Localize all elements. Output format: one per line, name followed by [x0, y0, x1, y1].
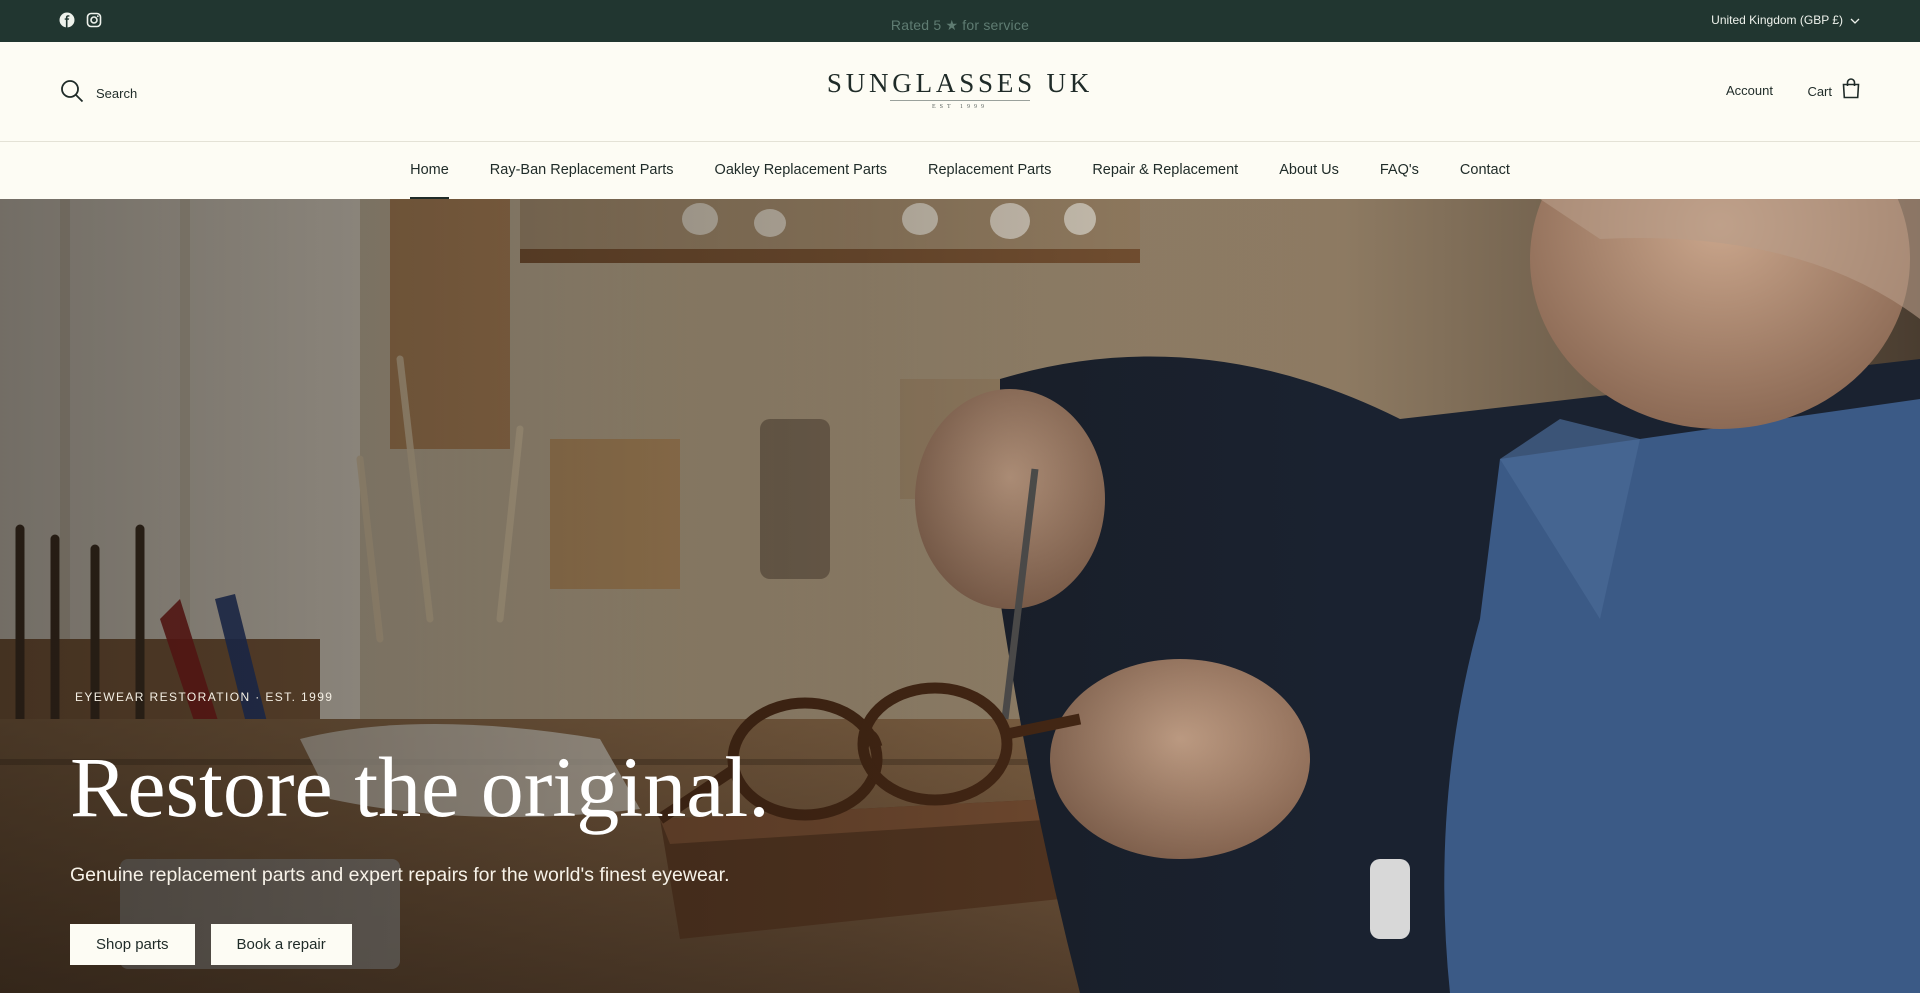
locale-selector[interactable]: United Kingdom (GBP £): [1711, 13, 1860, 27]
nav-item-replacement-parts[interactable]: Replacement Parts: [908, 142, 1072, 199]
chevron-down-icon: [1850, 13, 1860, 27]
announcement-text: Rated 5 ★ for service: [890, 17, 1030, 33]
nav-item-about-us[interactable]: About Us: [1259, 142, 1360, 199]
site-logo[interactable]: SUNGLASSES UK EST 1999: [0, 69, 1920, 110]
logo-wordmark: SUNGLASSES UK: [826, 68, 1094, 98]
announcement-bar: Rated 5 ★ for service United Kingdom (GB…: [0, 0, 1920, 42]
main-navigation: Home Ray-Ban Replacement Parts Oakley Re…: [0, 142, 1920, 199]
hero-subtitle: Genuine replacement parts and expert rep…: [70, 864, 730, 886]
nav-item-home[interactable]: Home: [390, 142, 470, 199]
account-link[interactable]: Account: [1726, 83, 1773, 98]
nav-item-contact[interactable]: Contact: [1439, 142, 1530, 199]
book-a-repair-button[interactable]: Book a repair: [210, 924, 352, 965]
cart-label: Cart: [1807, 83, 1832, 99]
nav-item-oakley-replacement-parts[interactable]: Oakley Replacement Parts: [694, 142, 907, 199]
hero-eyebrow: EYEWEAR RESTORATION · EST. 1999: [75, 690, 334, 704]
shopping-bag-icon: [1842, 78, 1860, 104]
nav-item-repair-and-replacement[interactable]: Repair & Replacement: [1072, 142, 1259, 199]
logo-est: EST 1999: [931, 104, 989, 110]
hero-banner: EYEWEAR RESTORATION · EST. 1999 Restore …: [0, 199, 1920, 993]
locale-label: United Kingdom (GBP £): [1711, 13, 1843, 27]
shop-parts-button[interactable]: Shop parts: [70, 924, 195, 965]
site-header: Search SUNGLASSES UK EST 1999 Account Ca…: [0, 42, 1920, 142]
hero-cta-group: Shop parts Book a repair: [70, 924, 352, 965]
cart-button[interactable]: Cart: [1807, 78, 1860, 104]
hero-title: Restore the original.: [70, 739, 770, 835]
nav-item-faqs[interactable]: FAQ's: [1359, 142, 1439, 199]
logo-rule: [890, 100, 1030, 101]
nav-item-ray-ban-replacement-parts[interactable]: Ray-Ban Replacement Parts: [469, 142, 694, 199]
